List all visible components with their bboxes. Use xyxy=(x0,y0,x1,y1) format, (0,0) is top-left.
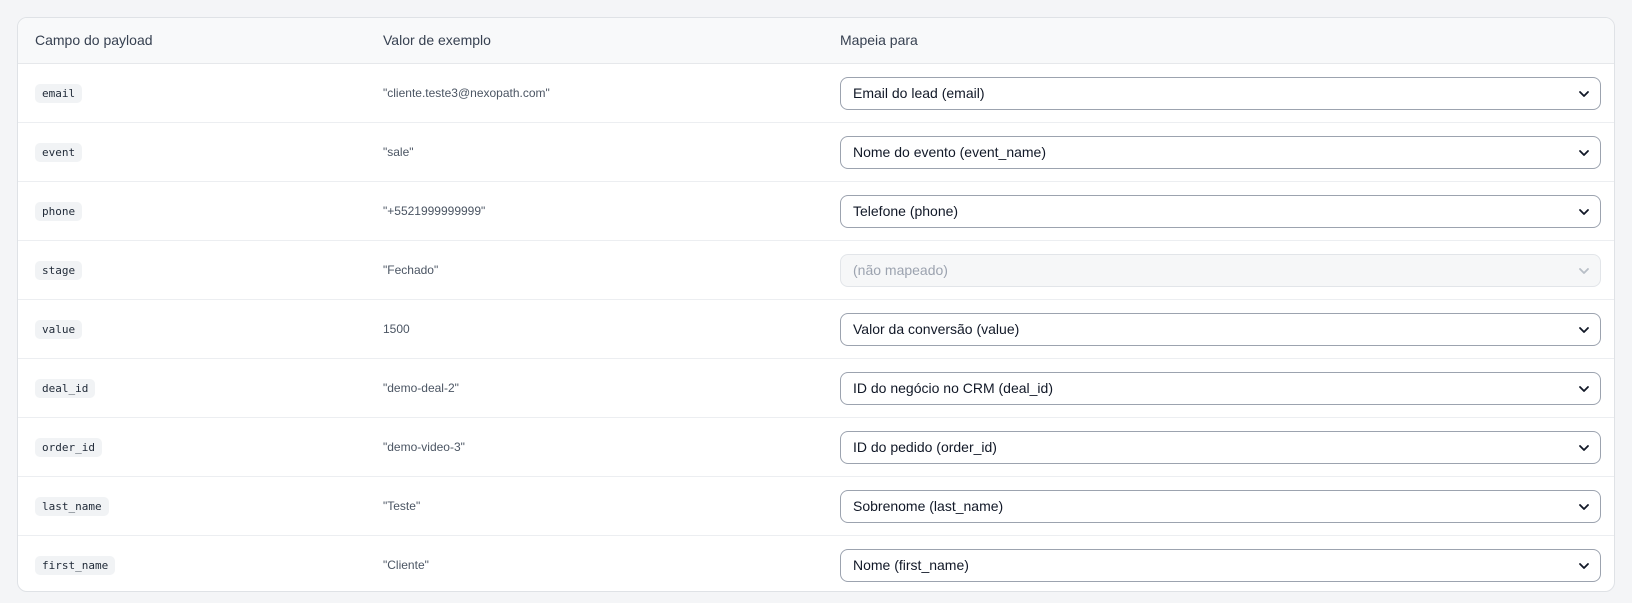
table-row: last_name "Teste" Sobrenome (last_name) xyxy=(18,477,1614,536)
chevron-down-icon xyxy=(1577,146,1591,160)
mapping-select: (não mapeado) xyxy=(840,254,1601,287)
table-row: email "cliente.teste3@nexopath.com" Email … xyxy=(18,64,1614,123)
table-row: phone "+5521999999999" Telefone (phone) xyxy=(18,182,1614,241)
payload-field-name: first_name xyxy=(35,556,116,575)
payload-field-name: last_name xyxy=(35,497,109,516)
example-value: "Cliente" xyxy=(383,558,429,572)
table-row: stage "Fechado" (não mapeado) xyxy=(18,241,1614,300)
mapping-select-value: Telefone (phone) xyxy=(853,203,959,219)
mapping-select-value: ID do pedido (order_id) xyxy=(853,439,997,455)
table-row: event "sale" Nome do evento (event_name) xyxy=(18,123,1614,182)
chevron-down-icon xyxy=(1577,323,1591,337)
mapping-select[interactable]: Sobrenome (last_name) xyxy=(840,490,1601,523)
payload-field-name: email xyxy=(35,84,83,103)
mapping-select[interactable]: Email do lead (email) xyxy=(840,77,1601,110)
example-value: "Teste" xyxy=(383,499,421,513)
mapping-select[interactable]: Nome (first_name) xyxy=(840,549,1601,582)
table-row: value 1500 Valor da conversão (value) xyxy=(18,300,1614,359)
mapping-select[interactable]: Valor da conversão (value) xyxy=(840,313,1601,346)
mapping-select[interactable]: ID do pedido (order_id) xyxy=(840,431,1601,464)
example-value: "demo-deal-2" xyxy=(383,381,459,395)
chevron-down-icon xyxy=(1577,205,1591,219)
mapping-select[interactable]: Telefone (phone) xyxy=(840,195,1601,228)
table-row: first_name "Cliente" Nome (first_name) xyxy=(18,536,1614,591)
mapping-select-value: Nome do evento (event_name) xyxy=(853,144,1046,160)
payload-mapping-table: Campo do payload Valor de exemplo Mapeia… xyxy=(17,17,1615,592)
table-row: order_id "demo-video-3" ID do pedido (orde… xyxy=(18,418,1614,477)
table-header: Campo do payload Valor de exemplo Mapeia… xyxy=(18,18,1614,64)
mapping-select-value: Nome (first_name) xyxy=(853,557,969,573)
example-value: "+5521999999999" xyxy=(383,204,486,218)
mapping-select-value: ID do negócio no CRM (deal_id) xyxy=(853,380,1053,396)
payload-field-name: phone xyxy=(35,202,83,221)
mapping-select-value: (não mapeado) xyxy=(853,262,948,278)
mapping-select-value: Sobrenome (last_name) xyxy=(853,498,1004,514)
chevron-down-icon xyxy=(1577,559,1591,573)
header-maps-to: Mapeia para xyxy=(840,32,918,48)
header-example: Valor de exemplo xyxy=(383,32,491,48)
payload-field-name: order_id xyxy=(35,438,102,457)
chevron-down-icon xyxy=(1577,264,1591,278)
payload-field-name: deal_id xyxy=(35,379,96,398)
payload-field-name: stage xyxy=(35,261,83,280)
payload-field-name: value xyxy=(35,320,83,339)
example-value: "sale" xyxy=(383,145,414,159)
example-value: "Fechado" xyxy=(383,263,439,277)
header-field: Campo do payload xyxy=(35,32,153,48)
example-value: "demo-video-3" xyxy=(383,440,465,454)
table-row: deal_id "demo-deal-2" ID do negócio no CRM… xyxy=(18,359,1614,418)
mapping-select-value: Email do lead (email) xyxy=(853,85,985,101)
example-value: 1500 xyxy=(383,322,410,336)
chevron-down-icon xyxy=(1577,87,1591,101)
chevron-down-icon xyxy=(1577,382,1591,396)
payload-field-name: event xyxy=(35,143,83,162)
table-body: email "cliente.teste3@nexopath.com" Email … xyxy=(18,64,1614,591)
chevron-down-icon xyxy=(1577,500,1591,514)
example-value: "cliente.teste3@nexopath.com" xyxy=(383,86,550,100)
mapping-select[interactable]: Nome do evento (event_name) xyxy=(840,136,1601,169)
mapping-select-value: Valor da conversão (value) xyxy=(853,321,1020,337)
chevron-down-icon xyxy=(1577,441,1591,455)
mapping-select[interactable]: ID do negócio no CRM (deal_id) xyxy=(840,372,1601,405)
